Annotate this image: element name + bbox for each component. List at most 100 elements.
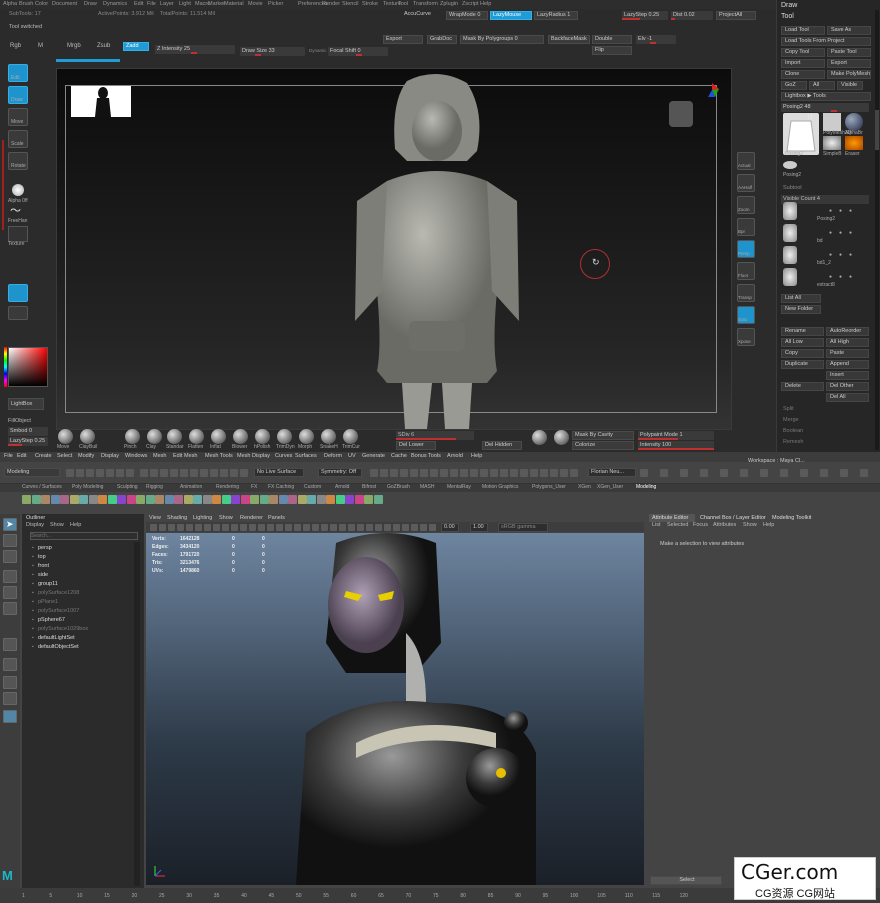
live-surface-field[interactable]: No Live Surface — [254, 468, 304, 477]
panel-toolbar-icon[interactable] — [303, 524, 310, 531]
maya-menu-generate[interactable]: Generate — [362, 453, 385, 459]
shelf-tool-icon[interactable] — [41, 495, 50, 504]
texture-slot[interactable] — [8, 226, 28, 242]
material-slot[interactable] — [8, 284, 28, 302]
shelf-tab-poly-modeling[interactable]: Poly Modeling — [72, 484, 103, 491]
subtool-thumb-1[interactable] — [783, 224, 797, 242]
brush-blower-icon[interactable] — [233, 429, 248, 444]
brush-move-icon[interactable] — [58, 429, 73, 444]
shelf-tool-icon[interactable] — [117, 495, 126, 504]
panel-toolbar-icon[interactable] — [285, 524, 292, 531]
panel-toolbar-icon[interactable] — [222, 524, 229, 531]
status-line-icon[interactable] — [230, 469, 238, 477]
tool-thumb-polymesh[interactable] — [823, 113, 841, 131]
status-line-icon[interactable] — [210, 469, 218, 477]
panel-toolbar-icon[interactable] — [393, 524, 400, 531]
status-line-icon[interactable] — [740, 469, 748, 477]
maya-menu-file[interactable]: File — [4, 453, 13, 459]
shelf-tab-gozbrush[interactable]: GoZBrush — [387, 484, 410, 491]
panel-toolbar-icon[interactable] — [276, 524, 283, 531]
zbrush-canvas[interactable]: ↻ — [56, 68, 732, 430]
status-line-icon[interactable] — [840, 469, 848, 477]
subtool-section-merge[interactable]: Merge — [783, 417, 799, 424]
subtool-button[interactable]: Duplicate — [781, 360, 824, 369]
zb-menu-zplugin[interactable]: Zplugin — [440, 1, 458, 7]
shelf-tab-fx-caching[interactable]: FX Caching — [268, 484, 294, 491]
shelf-tool-icon[interactable] — [288, 495, 297, 504]
shelf-tab-xgen-user[interactable]: XGen_User — [597, 484, 623, 491]
status-line-icon[interactable] — [680, 469, 688, 477]
outliner-item[interactable]: pPlane1 — [38, 599, 58, 605]
shelf-tool-icon[interactable] — [221, 495, 231, 504]
brush-flatten-icon[interactable] — [189, 429, 204, 444]
status-line-icon[interactable] — [170, 469, 178, 477]
tool-button[interactable]: Make PolyMesh3D — [827, 70, 871, 79]
shelf-tool-icon[interactable] — [269, 495, 278, 504]
z-intensity-slider[interactable]: Z Intensity 25 — [155, 45, 235, 54]
shelf-tab-polygons-user[interactable]: Polygons_User — [532, 484, 566, 491]
m-toggle[interactable]: M — [38, 43, 43, 50]
navigation-cube[interactable] — [669, 101, 693, 127]
tool-thumb-eraser[interactable] — [845, 136, 863, 150]
panel-toolbar-icon[interactable] — [357, 524, 364, 531]
lazystep-left-slider[interactable]: LazyStep 0.25 — [8, 437, 48, 446]
zb-menu-edit[interactable]: Edit — [134, 1, 143, 7]
outliner-item[interactable]: polySurface1208 — [38, 590, 79, 596]
status-line-icon[interactable] — [180, 469, 188, 477]
brush-alpha-ball[interactable] — [532, 430, 547, 445]
shelf-tool-icon[interactable] — [212, 495, 221, 504]
mini-thumb-icon[interactable] — [783, 161, 797, 169]
status-line-icon[interactable] — [780, 469, 788, 477]
paint-select-tool-button[interactable] — [3, 550, 17, 563]
shelf-tab-bifrost[interactable]: Bifrost — [362, 484, 376, 491]
zb-menu-movie[interactable]: Movie — [248, 1, 263, 7]
shelf-tab-modeling[interactable]: Modeling — [636, 484, 656, 491]
outliner-menu-display[interactable]: Display — [26, 522, 44, 529]
posing-slider[interactable]: Posing2 48 — [781, 103, 869, 112]
panel-toolbar-icon[interactable] — [321, 524, 328, 531]
mask-by-polygroups-slider[interactable]: Mask By Polygroups 0 — [460, 35, 544, 44]
maya-menu-mesh-tools[interactable]: Mesh Tools — [205, 453, 233, 459]
zb-menu-draw[interactable]: Draw — [84, 1, 97, 7]
subtool-button[interactable]: Rename — [781, 327, 824, 336]
status-line-icon[interactable] — [140, 469, 148, 477]
zb-menu-layer[interactable]: Layer — [160, 1, 174, 7]
status-line-icon[interactable] — [820, 469, 828, 477]
subtool-button[interactable]: Insert — [826, 371, 869, 380]
draw-size-slider[interactable]: Draw Size 33 — [240, 47, 305, 56]
shelf-tab-curves-surfaces[interactable]: Curves / Surfaces — [22, 484, 62, 491]
ae-tab-2[interactable]: Modeling Toolkit — [772, 515, 811, 522]
move-tool-button[interactable] — [3, 570, 17, 583]
subtool-visibility-icon[interactable]: ● — [829, 252, 832, 258]
status-line-icon[interactable] — [660, 469, 668, 477]
subtool-section-boolean[interactable]: Boolean — [783, 428, 803, 435]
shelf-tool-icon[interactable] — [145, 495, 155, 504]
panel-toolbar-icon[interactable] — [231, 524, 238, 531]
status-line-icon[interactable] — [800, 469, 808, 477]
maya-menu-mesh[interactable]: Mesh — [153, 453, 166, 459]
maya-menu-curves[interactable]: Curves — [275, 453, 292, 459]
tool-button[interactable]: Load Tool — [781, 26, 825, 35]
attribute-select-button[interactable]: Select — [650, 876, 722, 885]
shelf-tab-mentalray[interactable]: MentalRay — [447, 484, 471, 491]
brush-snakeh-icon[interactable] — [321, 429, 336, 444]
brush-hpolish-icon[interactable] — [255, 429, 270, 444]
stroke-freehand-icon[interactable]: 〜 — [10, 205, 26, 217]
subtool-visibility-icon[interactable]: ● — [849, 230, 852, 236]
status-line-icon[interactable] — [86, 469, 94, 477]
subtool-thumb-3[interactable] — [783, 268, 797, 286]
brush-trimdyn-icon[interactable] — [277, 429, 292, 444]
lightbox-button[interactable]: LightBox — [8, 398, 44, 410]
panel-toolbar-icon[interactable] — [240, 524, 247, 531]
shelf-tool-icon[interactable] — [364, 495, 373, 504]
outliner-item[interactable]: polySurface1007 — [38, 608, 79, 614]
status-line-icon[interactable] — [420, 469, 428, 477]
rgb-toggle[interactable]: Rgb — [10, 43, 21, 50]
outliner-item[interactable]: persp — [38, 545, 52, 551]
subtool-thumb-0[interactable] — [783, 202, 797, 220]
outliner-layout-button[interactable] — [3, 710, 17, 723]
status-line-icon[interactable] — [570, 469, 578, 477]
shelf-tool-icon[interactable] — [79, 495, 88, 504]
zb-menu-file[interactable]: File — [147, 1, 156, 7]
maya-menu-edit-mesh[interactable]: Edit Mesh — [173, 453, 197, 459]
